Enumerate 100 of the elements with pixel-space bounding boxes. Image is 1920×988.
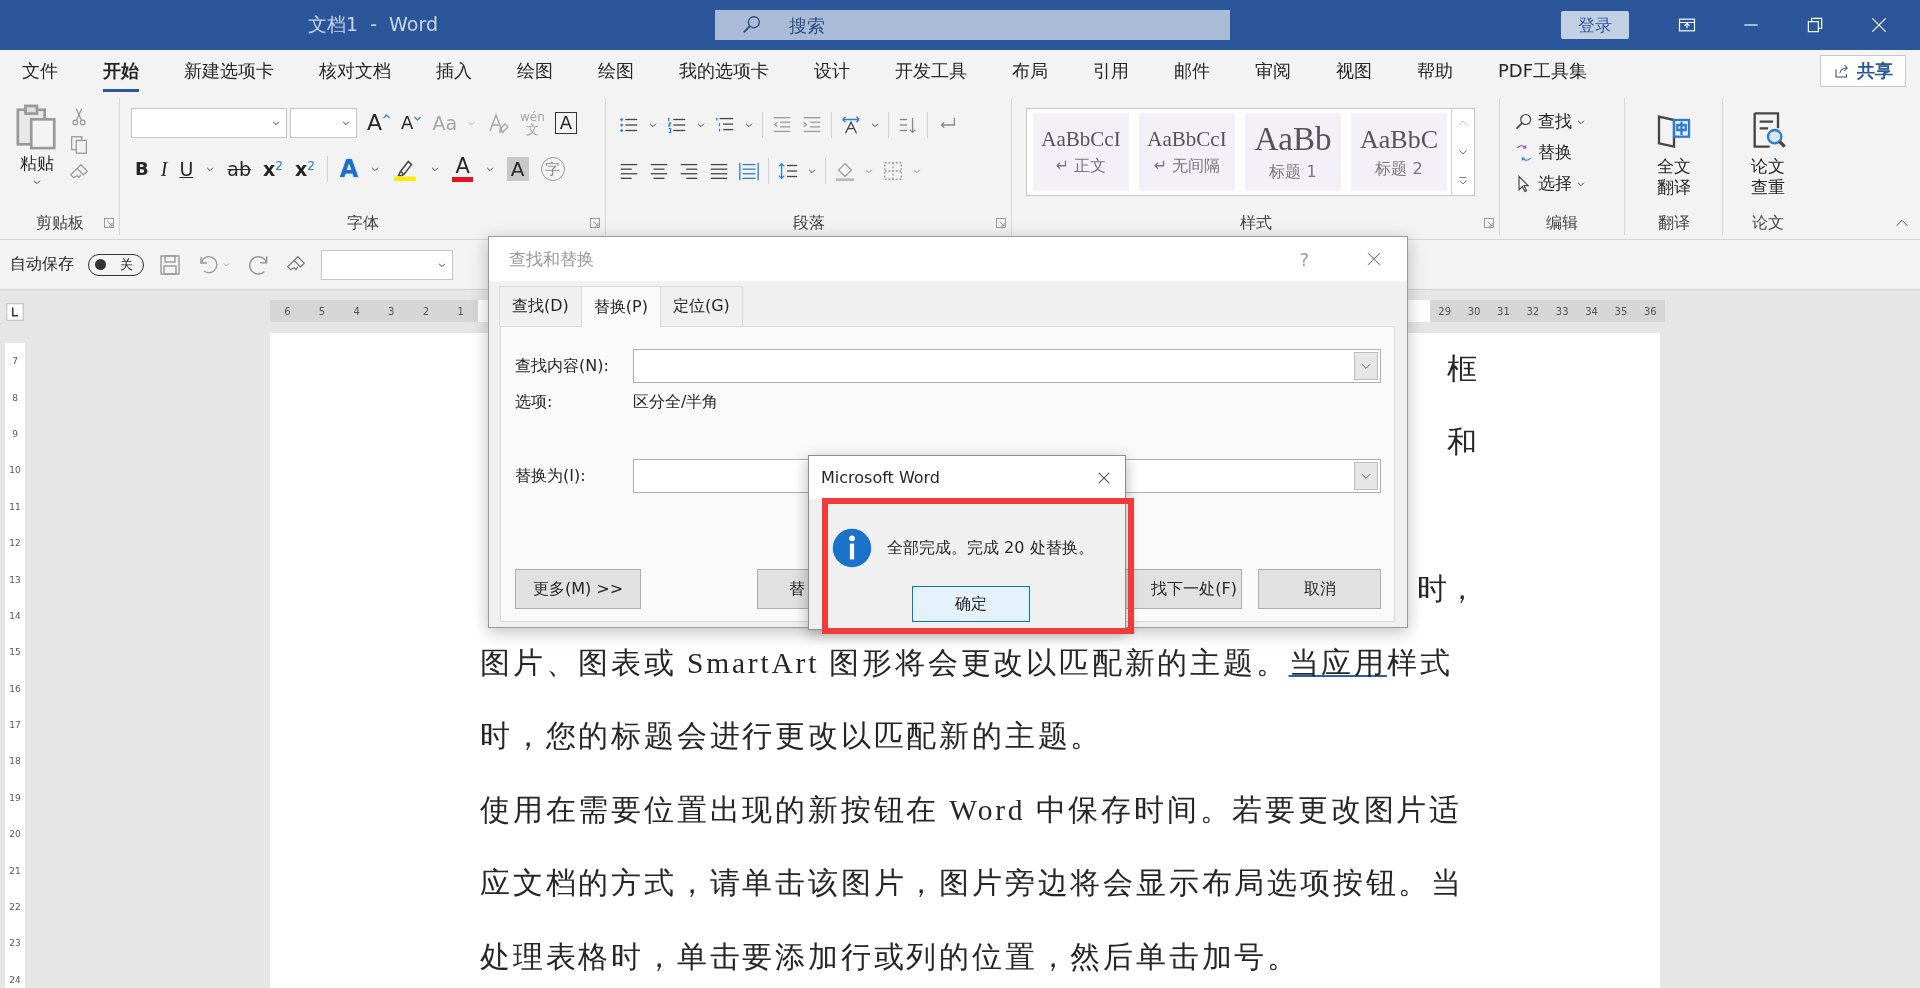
ribbon-tab[interactable]: 核对文档 <box>319 50 391 92</box>
ruler-number: 2 <box>422 305 430 317</box>
caret-icon[interactable] <box>370 164 381 174</box>
cancel-button[interactable]: 取消 <box>1258 569 1381 609</box>
style-sample: AaBbCcI <box>1041 127 1121 152</box>
body-text-line: 和 <box>1447 425 1477 461</box>
tab-stop-icon[interactable] <box>6 303 24 321</box>
share-button[interactable]: 共享 <box>1820 55 1906 87</box>
superscript-button[interactable]: x$^{2}$ <box>294 159 315 179</box>
ruler-number: 20 <box>9 829 21 840</box>
paint-bucket-icon[interactable] <box>834 160 856 182</box>
options-value: 区分全/半角 <box>633 392 720 413</box>
paper-check-button[interactable]: 论文查重 <box>1750 156 1786 199</box>
ribbon-tab[interactable]: 邮件 <box>1174 50 1210 92</box>
caret-icon[interactable] <box>205 164 216 174</box>
more-button[interactable]: 更多(M) >> <box>515 569 641 609</box>
style-tile[interactable]: AaBbCcI ↵ 正文 <box>1033 113 1129 191</box>
editing-button[interactable]: 查找 <box>1538 110 1572 133</box>
body-text-line: 处理表格时，单击要添加行或列的位置，然后单击加号。 <box>480 939 1300 975</box>
ribbon-tab[interactable]: 布局 <box>1012 50 1048 92</box>
caret-icon[interactable] <box>430 164 441 174</box>
caret-down-icon <box>413 114 423 123</box>
character-shading-button[interactable]: A <box>506 157 529 181</box>
replace-icon[interactable] <box>1514 142 1534 163</box>
italic-button[interactable]: I <box>160 159 168 179</box>
caret-icon[interactable] <box>648 120 658 130</box>
borders-icon[interactable] <box>882 160 904 182</box>
body-text-line: 时， <box>1417 572 1477 608</box>
copy-icon[interactable] <box>68 134 90 156</box>
dialog-launcher-icon[interactable] <box>1483 217 1495 229</box>
editing-button[interactable]: 替换 <box>1538 141 1572 164</box>
text-effects-button[interactable]: A <box>339 157 359 181</box>
ruler-number: 10 <box>9 465 21 476</box>
dialog-tab[interactable]: 替换(P) <box>580 286 661 327</box>
line-spacing-icon[interactable] <box>777 160 799 182</box>
shrink-font-button[interactable]: A <box>401 114 423 132</box>
ribbon-tab[interactable]: 绘图 <box>598 50 634 92</box>
ruler-number: 36 <box>1643 305 1657 317</box>
style-tile[interactable]: AaBb 标题 1 <box>1245 113 1341 191</box>
ribbon-tab[interactable]: 插入 <box>436 50 472 92</box>
close-icon[interactable] <box>1869 15 1889 35</box>
caret-icon[interactable] <box>744 120 754 130</box>
dialog-tab[interactable]: 查找(D) <box>499 286 582 326</box>
group-label: 段落 <box>792 212 825 234</box>
full-text-translate-button[interactable]: 全文翻译 <box>1655 156 1692 199</box>
paste-button[interactable]: 粘贴 <box>20 152 54 175</box>
search-icon[interactable] <box>1514 111 1534 132</box>
close-icon[interactable] <box>1365 250 1383 268</box>
search-icon <box>741 14 763 36</box>
ruler-number: 34 <box>1585 305 1598 317</box>
restore-icon[interactable] <box>1805 15 1825 35</box>
caret-icon[interactable] <box>32 177 42 187</box>
strikethrough-button[interactable]: ab <box>227 159 252 179</box>
editing-button[interactable]: 选择 <box>1538 172 1572 195</box>
ribbon-tab[interactable]: 新建选项卡 <box>184 50 274 92</box>
caret-icon[interactable] <box>271 118 281 128</box>
caret-icon[interactable] <box>807 166 817 176</box>
ruler-number: 32 <box>1526 305 1540 317</box>
caret-icon[interactable] <box>870 120 880 130</box>
ruler-number: 33 <box>1555 305 1569 317</box>
style-sample: AaBb <box>1254 121 1332 158</box>
style-tile[interactable]: AaBbC 标题 2 <box>1351 113 1447 191</box>
sign-in-button[interactable]: 登录 <box>1561 11 1629 39</box>
ribbon-tab[interactable]: 视图 <box>1336 50 1372 92</box>
group-label: 论文 <box>1752 212 1784 234</box>
grow-font-button[interactable]: A <box>367 112 392 134</box>
dialog-launcher-icon[interactable] <box>995 217 1007 229</box>
dialog-launcher-icon[interactable] <box>103 217 115 229</box>
save-icon[interactable] <box>158 252 182 277</box>
body-text-line: 使用在需要位置出现的新按钮在 Word 中保存时间。若要更改图片适 <box>480 792 1462 828</box>
distributed-icon[interactable] <box>738 160 760 182</box>
ribbon-tab[interactable]: 引用 <box>1093 50 1129 92</box>
caret-icon[interactable] <box>341 118 351 128</box>
ruler-number: 3 <box>388 305 395 317</box>
more-icon[interactable] <box>1457 174 1469 187</box>
horizontal-arrows-icon[interactable] <box>840 114 862 136</box>
ruler-number: 9 <box>12 428 18 439</box>
ribbon-tab[interactable]: 审阅 <box>1255 50 1291 92</box>
ribbon-tab[interactable]: 绘图 <box>517 50 553 92</box>
ruler-number: 23 <box>9 938 21 949</box>
ok-button[interactable]: 确定 <box>912 586 1030 622</box>
ribbon-tab[interactable]: 设计 <box>814 50 850 92</box>
character-border-button[interactable]: A <box>554 112 578 134</box>
caret-icon[interactable] <box>696 120 706 130</box>
ruler-number: 19 <box>9 792 21 803</box>
find-what-field[interactable] <box>633 349 1381 383</box>
dialog-tab[interactable]: 定位(G) <box>659 286 743 326</box>
ribbon-tab[interactable]: 开发工具 <box>895 50 967 92</box>
ribbon-tab[interactable]: 帮助 <box>1417 50 1453 92</box>
underline-button[interactable]: U <box>179 159 194 179</box>
caret-icon[interactable] <box>484 164 495 174</box>
dialog-launcher-icon[interactable] <box>589 217 601 229</box>
ribbon-tab[interactable]: 文件 <box>22 50 58 92</box>
ruler-number: 12 <box>9 538 21 549</box>
ribbon-tab[interactable]: 我的选项卡 <box>679 50 769 92</box>
bold-button[interactable]: B <box>135 160 149 178</box>
font-color-button[interactable]: A <box>452 156 473 182</box>
ribbon-tab[interactable]: PDF工具集 <box>1498 50 1588 92</box>
style-tile[interactable]: AaBbCcI ↵ 无间隔 <box>1139 113 1235 191</box>
ruler-number: 1 <box>457 305 464 317</box>
